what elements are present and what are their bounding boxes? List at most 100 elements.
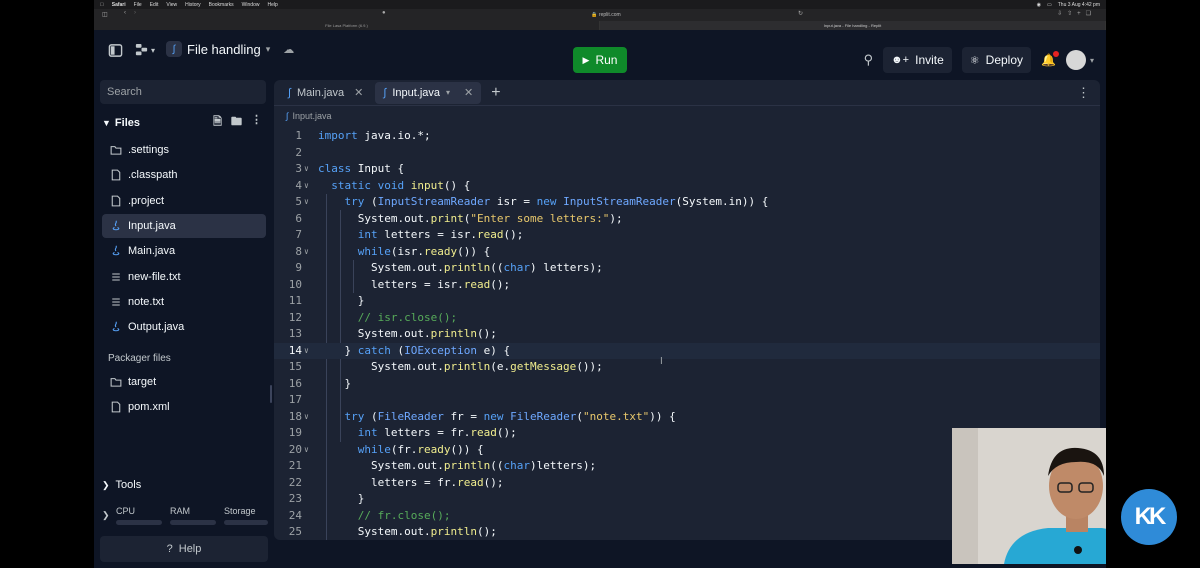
clock[interactable]: Thu 3 Aug 4:42 pm xyxy=(1058,2,1100,8)
tab-main-java[interactable]: ∫ Main.java ✕ xyxy=(280,82,371,104)
resize-handle[interactable] xyxy=(270,385,272,403)
run-button[interactable]: ▶ Run xyxy=(573,47,627,73)
file-icon xyxy=(110,169,122,181)
code-line[interactable]: 10 letters = isr.read(); xyxy=(274,277,1100,294)
breadcrumb[interactable]: ∫ Input.java xyxy=(286,111,332,121)
resource-meters[interactable]: ❯ CPU RAM Storage xyxy=(102,506,268,532)
add-tab-icon[interactable]: + xyxy=(491,84,500,102)
code-text: while(fr.ready()) { xyxy=(357,442,484,456)
search-input[interactable]: Search xyxy=(100,80,266,104)
file-item[interactable]: Output.java xyxy=(102,315,266,339)
replit-menu-button[interactable]: ▾ xyxy=(134,43,155,58)
avatar[interactable] xyxy=(1065,50,1086,70)
menu-help[interactable]: Help xyxy=(267,2,277,8)
tab-input-java[interactable]: ∫ Input.java ▾ ✕ xyxy=(375,81,482,104)
channel-logo: KK xyxy=(1121,489,1177,545)
topbar-actions: ⚲ ☻+ Invite ⚛ Deploy 🔔 ▾ xyxy=(864,47,1094,73)
menu-window[interactable]: Window xyxy=(242,2,260,8)
invite-button[interactable]: ☻+ Invite xyxy=(883,47,952,73)
search-icon[interactable]: ⚲ xyxy=(864,52,874,68)
fold-chevron-icon[interactable]: ∨ xyxy=(304,244,309,261)
code-line[interactable]: 16 } xyxy=(274,376,1100,393)
shield-icon[interactable]: ● xyxy=(382,10,386,16)
menu-bookmarks[interactable]: Bookmarks xyxy=(209,2,234,8)
app-menu[interactable]: Safari xyxy=(112,2,126,8)
code-line[interactable]: 2 xyxy=(274,145,1100,162)
fold-chevron-icon[interactable]: ∨ xyxy=(304,442,309,459)
more-icon[interactable]: ⋮ xyxy=(1077,85,1090,101)
presenter-video xyxy=(952,428,1106,564)
code-line[interactable]: 7 int letters = isr.read(); xyxy=(274,227,1100,244)
bell-icon[interactable]: 🔔 xyxy=(1041,51,1059,67)
help-button[interactable]: ? Help xyxy=(100,536,268,562)
sidebar-toggle-button[interactable] xyxy=(108,43,123,58)
line-number: 13 xyxy=(288,327,302,340)
code-line[interactable]: 14 ∨ } catch (IOException e) { xyxy=(274,342,1100,360)
forward-icon[interactable]: › xyxy=(134,10,136,16)
file-item[interactable]: target xyxy=(102,370,266,394)
code-line[interactable]: 3 ∨ class Input { xyxy=(274,161,1100,178)
reload-icon[interactable]: ↻ xyxy=(798,10,803,17)
fold-chevron-icon[interactable]: ∨ xyxy=(304,161,309,178)
fold-chevron-icon[interactable]: ∨ xyxy=(304,194,309,211)
code-line[interactable]: 15 System.out.println(e.getMessage()); xyxy=(274,359,1100,376)
chevron-right-icon: ❯ xyxy=(102,510,110,520)
invite-label: Invite xyxy=(915,53,944,67)
line-number: 16 xyxy=(288,376,302,390)
file-item[interactable]: new-file.txt xyxy=(102,265,266,289)
code-line[interactable]: 6 System.out.print("Enter some letters:"… xyxy=(274,211,1100,228)
code-line[interactable]: 12 // isr.close(); xyxy=(274,310,1100,327)
folder-icon xyxy=(110,376,122,388)
chevron-down-icon[interactable]: ▼ xyxy=(102,118,111,128)
question-icon: ? xyxy=(166,543,173,555)
file-item[interactable]: .classpath xyxy=(102,163,266,187)
code-line[interactable]: 4 ∨ static void input() { xyxy=(274,178,1100,195)
menu-view[interactable]: View xyxy=(166,2,177,8)
code-line[interactable]: 8 ∨ while(isr.ready()) { xyxy=(274,244,1100,261)
files-header: ▼ Files 🗎 🖿 ⋮ xyxy=(102,113,262,132)
sidebar-toggle-icon[interactable]: ◫ xyxy=(102,11,108,18)
file-item[interactable]: Main.java xyxy=(102,239,266,263)
code-line[interactable]: 9 System.out.println((char) letters); xyxy=(274,260,1100,277)
back-icon[interactable]: ‹ xyxy=(124,10,126,16)
wifi-icon[interactable]: ◉ xyxy=(1037,2,1041,8)
code-line[interactable]: 11 } xyxy=(274,293,1100,310)
code-line[interactable]: 5 ∨ try (InputStreamReader isr = new Inpu… xyxy=(274,194,1100,211)
chevron-down-icon[interactable]: ▾ xyxy=(446,88,450,97)
file-item[interactable]: .project xyxy=(102,189,266,213)
browser-tab-active[interactable]: Input.java - File handling - Replit xyxy=(600,21,1106,30)
menu-history[interactable]: History xyxy=(185,2,201,8)
file-item[interactable]: note.txt xyxy=(102,290,266,314)
more-icon[interactable]: ⋮ xyxy=(251,113,262,132)
deploy-button[interactable]: ⚛ Deploy xyxy=(961,47,1032,73)
file-item[interactable]: .settings xyxy=(102,138,266,162)
url-text: replit.com xyxy=(598,12,621,18)
menu-edit[interactable]: Edit xyxy=(150,2,159,8)
java-icon xyxy=(110,220,122,232)
new-file-icon[interactable]: 🗎 xyxy=(213,113,222,132)
fold-chevron-icon[interactable]: ∨ xyxy=(304,409,309,426)
code-text: } xyxy=(318,294,365,307)
tools-section[interactable]: ❯ Tools xyxy=(102,479,141,491)
fold-chevron-icon[interactable]: ∨ xyxy=(304,343,309,360)
code-text: int letters = isr.read(); xyxy=(357,228,524,241)
close-icon[interactable]: ✕ xyxy=(464,86,473,99)
battery-icon[interactable]: ▭ xyxy=(1047,2,1052,8)
address-bar[interactable]: 🔒 replit.com xyxy=(546,12,666,20)
file-item[interactable]: pom.xml xyxy=(102,395,266,419)
file-item[interactable]: Input.java xyxy=(102,213,266,238)
project-switcher[interactable]: ∫ File handling ▾ ☁ xyxy=(166,41,294,57)
code-line[interactable]: 18 ∨ try (FileReader fr = new FileReader(… xyxy=(274,409,1100,426)
fold-chevron-icon[interactable]: ∨ xyxy=(304,178,309,195)
browser-actions[interactable]: ⇩⇧+❏ xyxy=(1057,10,1096,17)
apple-icon[interactable]:  xyxy=(100,2,104,8)
close-icon[interactable]: ✕ xyxy=(354,86,363,99)
code-line[interactable]: 1 import java.io.*; xyxy=(274,128,1100,145)
new-folder-icon[interactable]: 🖿 xyxy=(231,113,242,132)
browser-tab[interactable]: File Lasa Platform (6.9.) xyxy=(94,21,600,30)
code-line[interactable]: 13 System.out.println(); xyxy=(274,326,1100,343)
menu-file[interactable]: File xyxy=(134,2,142,8)
video-frame:  Safari File Edit View History Bookmark… xyxy=(0,0,1200,568)
file-name: .classpath xyxy=(128,169,178,182)
code-line[interactable]: 17 xyxy=(274,392,1100,409)
